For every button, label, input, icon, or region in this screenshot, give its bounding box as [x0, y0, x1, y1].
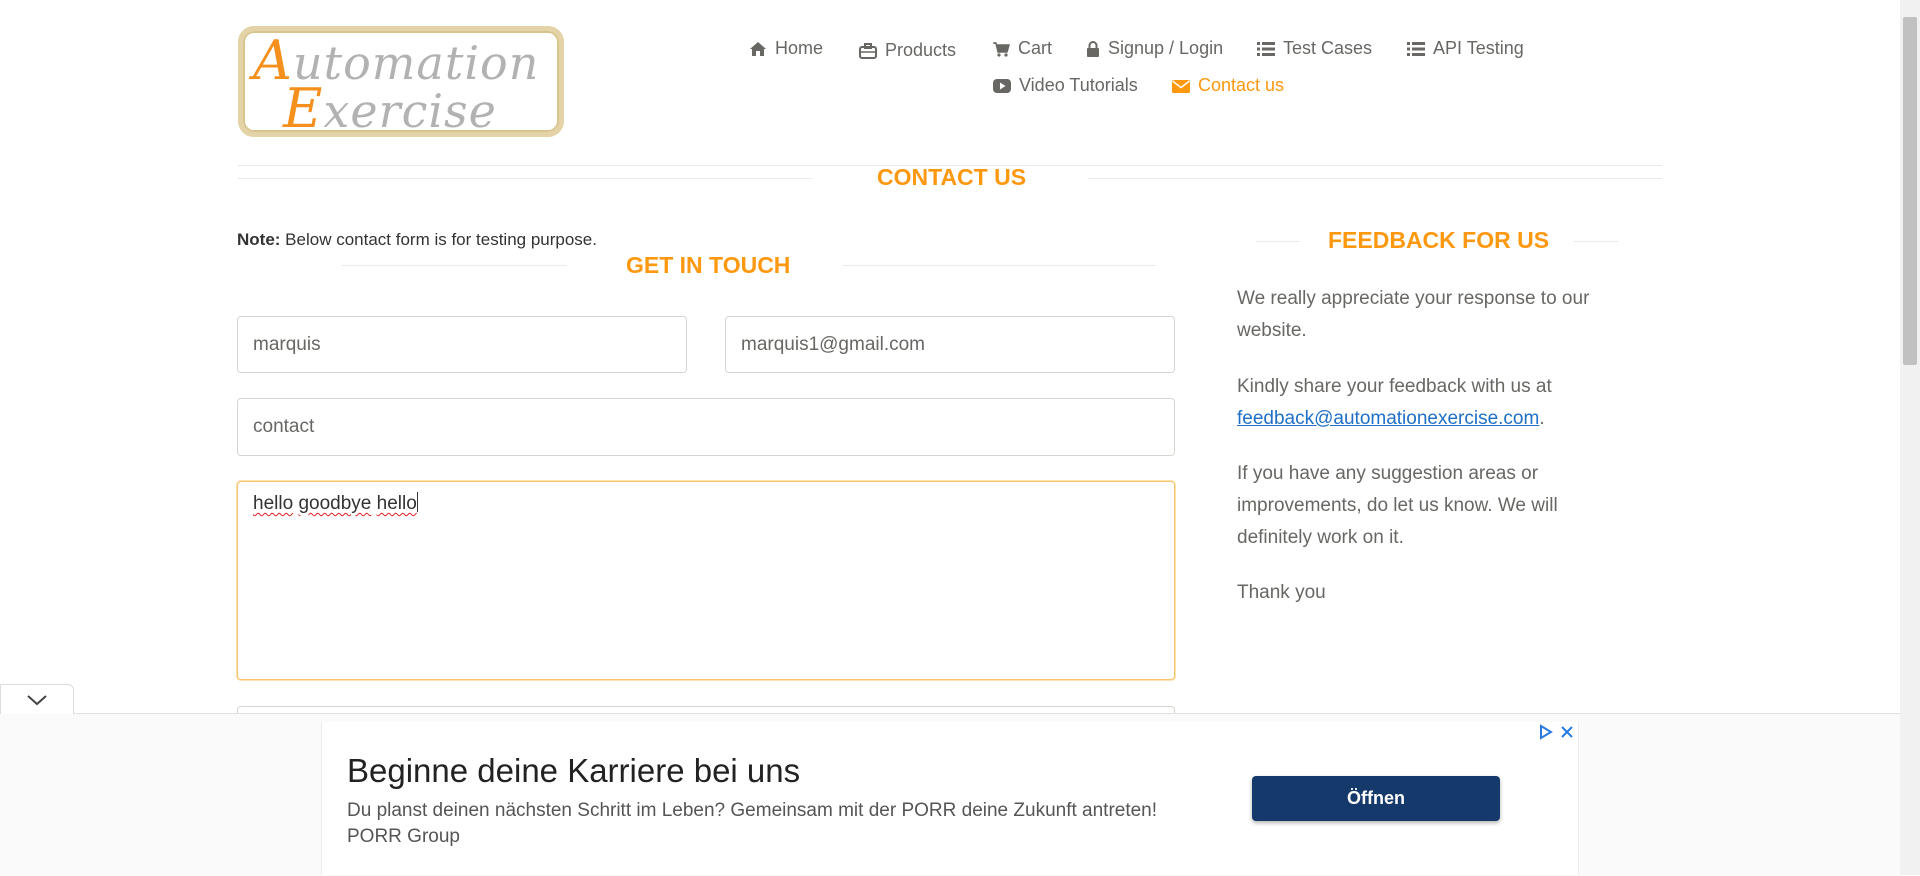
feedback-paragraph-3: If you have any suggestion areas or impr… — [1237, 463, 1558, 548]
subject-input-value: contact — [253, 416, 315, 437]
list-icon — [1407, 41, 1425, 56]
get-in-touch-line-left — [342, 265, 567, 266]
ad-open-button[interactable]: Öffnen — [1252, 776, 1500, 821]
nav-video-tutorials-label: Video Tutorials — [1019, 75, 1138, 95]
cart-icon — [993, 41, 1010, 57]
feedback-paragraph-2: Kindly share your feedback with us at fe… — [1237, 376, 1552, 429]
contact-title-line-left — [238, 178, 812, 179]
nav-api-testing[interactable]: API Testing — [1407, 38, 1524, 59]
ad-choices-icon[interactable] — [1538, 724, 1554, 740]
scrollbar-thumb[interactable] — [1903, 17, 1917, 365]
nav-contact-us-label: Contact us — [1198, 75, 1285, 95]
email-input[interactable]: marquis1@gmail.com — [725, 316, 1175, 373]
envelope-icon — [1172, 79, 1190, 93]
lock-icon — [1087, 40, 1099, 57]
nav-cart-label: Cart — [1018, 38, 1053, 58]
ad-collapse-button[interactable] — [0, 684, 74, 714]
briefcase-icon — [859, 42, 877, 59]
list-icon — [1257, 41, 1275, 56]
nav-contact-us[interactable]: Contact us — [1172, 75, 1284, 96]
message-text: hello goodbye hello — [253, 492, 418, 514]
ad-close-icon[interactable] — [1560, 725, 1574, 739]
feedback-line-right — [1574, 241, 1618, 242]
site-logo[interactable]: Automation Exercise — [238, 26, 564, 140]
feedback-line-left — [1256, 241, 1300, 242]
nav-home-label: Home — [775, 38, 824, 58]
nav-products-label: Products — [885, 40, 957, 60]
contact-us-title: CONTACT US — [877, 164, 1027, 190]
name-input[interactable]: marquis — [237, 316, 687, 373]
nav-test-cases[interactable]: Test Cases — [1257, 38, 1372, 59]
contact-note: Note: Below contact form is for testing … — [237, 230, 597, 249]
nav-products[interactable]: Products — [859, 40, 956, 61]
get-in-touch-title: GET IN TOUCH — [626, 252, 791, 278]
ad-title[interactable]: Beginne deine Karriere bei uns — [347, 752, 800, 790]
nav-signup-login[interactable]: Signup / Login — [1086, 38, 1223, 59]
nav-cart[interactable]: Cart — [992, 38, 1052, 59]
nav-test-cases-label: Test Cases — [1283, 38, 1373, 58]
feedback-title: FEEDBACK FOR US — [1328, 227, 1550, 253]
nav-signup-login-label: Signup / Login — [1108, 38, 1224, 58]
nav-home[interactable]: Home — [749, 38, 823, 59]
text-cursor — [416, 492, 418, 512]
feedback-paragraph-4: Thank you — [1237, 582, 1326, 603]
subject-input[interactable]: contact — [237, 398, 1175, 456]
home-icon — [750, 41, 766, 56]
nav-video-tutorials[interactable]: Video Tutorials — [993, 75, 1138, 96]
message-textarea[interactable]: hello goodbye hello — [237, 481, 1175, 680]
chevron-down-icon — [27, 694, 47, 705]
ad-description[interactable]: Du planst deinen nächsten Schritt im Leb… — [347, 798, 1197, 850]
feedback-email-link[interactable]: feedback@automationexercise.com — [1237, 408, 1539, 429]
logo-line-2: Exercise — [283, 77, 497, 140]
name-input-value: marquis — [253, 333, 321, 355]
contact-title-line-right — [1088, 178, 1662, 179]
get-in-touch-line-right — [843, 265, 1156, 266]
nav-api-testing-label: API Testing — [1433, 38, 1524, 58]
feedback-paragraph-1: We really appreciate your response to ou… — [1237, 288, 1590, 341]
email-input-value: marquis1@gmail.com — [741, 333, 926, 355]
youtube-icon — [993, 78, 1011, 93]
